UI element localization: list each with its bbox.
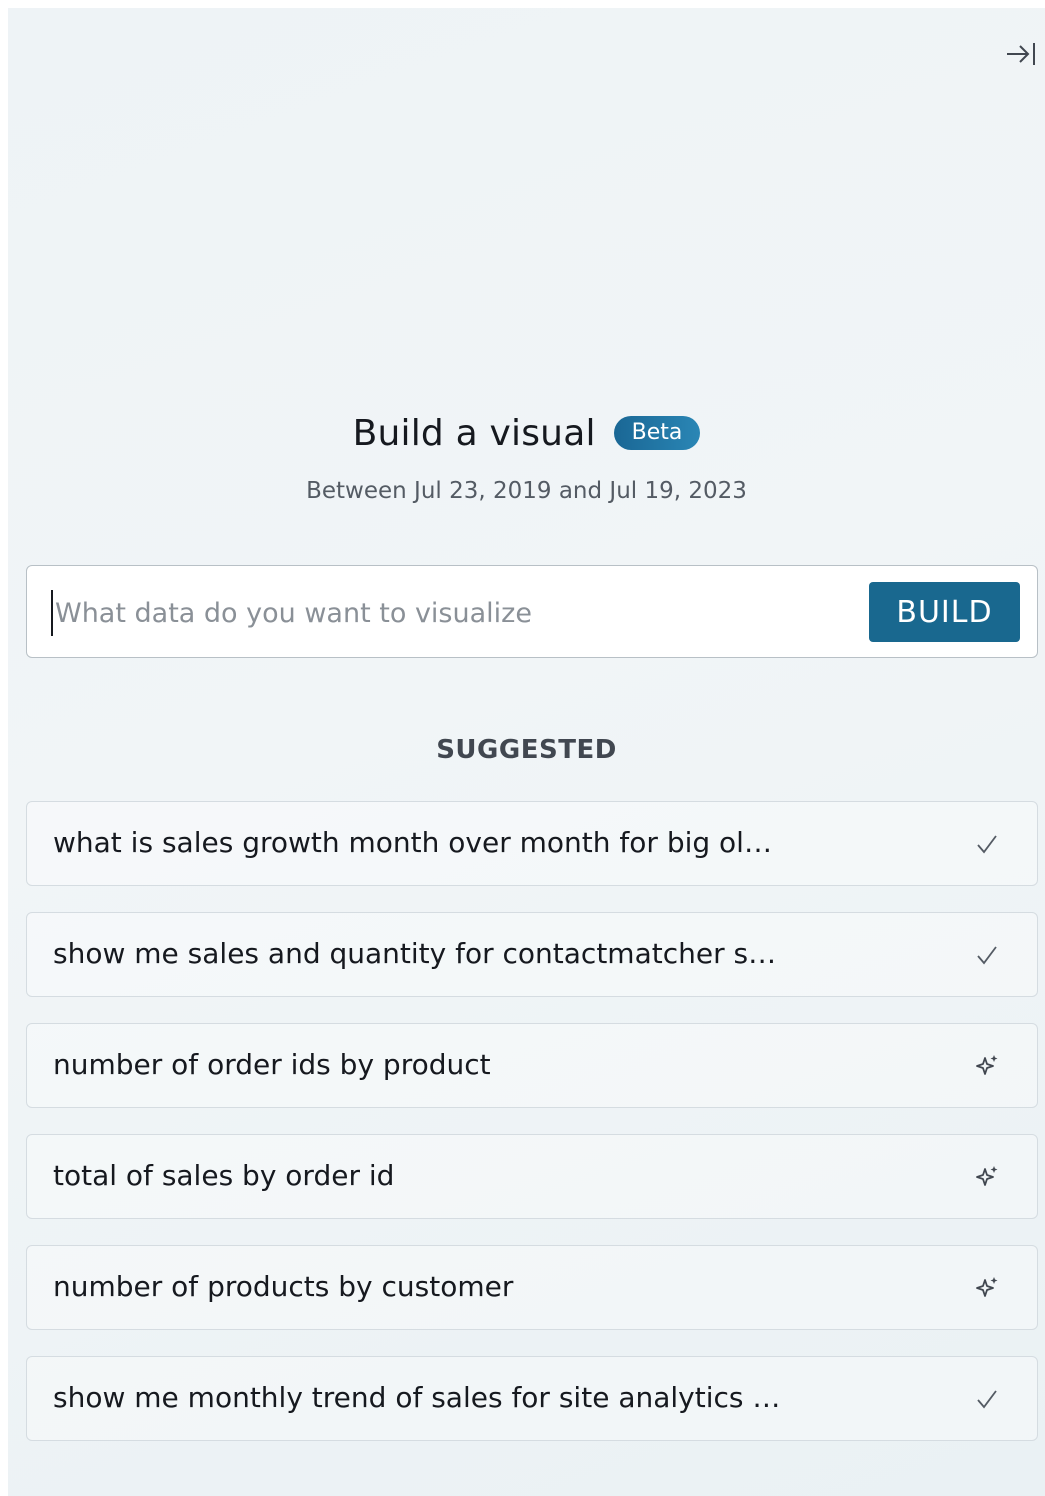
suggestion-list: what is sales growth month over month fo… <box>26 801 1038 1467</box>
sparkle-icon <box>973 1052 1001 1080</box>
title-row: Build a visual Beta <box>8 408 1045 458</box>
suggestion-item[interactable]: number of order ids by product <box>26 1023 1038 1108</box>
query-box: BUILD <box>26 565 1038 658</box>
check-icon <box>973 941 1001 969</box>
collapse-panel-button[interactable] <box>1005 38 1037 70</box>
suggestion-item[interactable]: show me monthly trend of sales for site … <box>26 1356 1038 1441</box>
suggestion-item[interactable]: number of products by customer <box>26 1245 1038 1330</box>
page-title: Build a visual <box>352 412 596 454</box>
check-icon <box>973 1385 1001 1413</box>
suggestion-label: show me sales and quantity for contactma… <box>53 937 777 970</box>
date-range: Between Jul 23, 2019 and Jul 19, 2023 <box>306 478 747 504</box>
suggestion-label: what is sales growth month over month fo… <box>53 826 772 859</box>
beta-badge: Beta <box>613 416 701 450</box>
suggestion-item[interactable]: show me sales and quantity for contactma… <box>26 912 1038 997</box>
suggestion-item[interactable]: what is sales growth month over month fo… <box>26 801 1038 886</box>
check-icon <box>973 830 1001 858</box>
suggestion-label: total of sales by order id <box>53 1159 395 1192</box>
build-visual-panel: Build a visual Beta Between Jul 23, 2019… <box>8 8 1045 1496</box>
sparkle-icon <box>973 1274 1001 1302</box>
suggested-heading: SUGGESTED <box>436 735 617 765</box>
suggestion-label: number of order ids by product <box>53 1048 491 1081</box>
collapse-right-icon <box>1007 43 1035 65</box>
header: Build a visual Beta Between Jul 23, 2019… <box>8 408 1045 505</box>
sparkle-icon <box>973 1163 1001 1191</box>
suggestion-label: show me monthly trend of sales for site … <box>53 1381 781 1414</box>
query-input[interactable] <box>51 590 857 636</box>
suggestion-label: number of products by customer <box>53 1270 514 1303</box>
suggestion-item[interactable]: total of sales by order id <box>26 1134 1038 1219</box>
build-button[interactable]: BUILD <box>869 582 1020 642</box>
